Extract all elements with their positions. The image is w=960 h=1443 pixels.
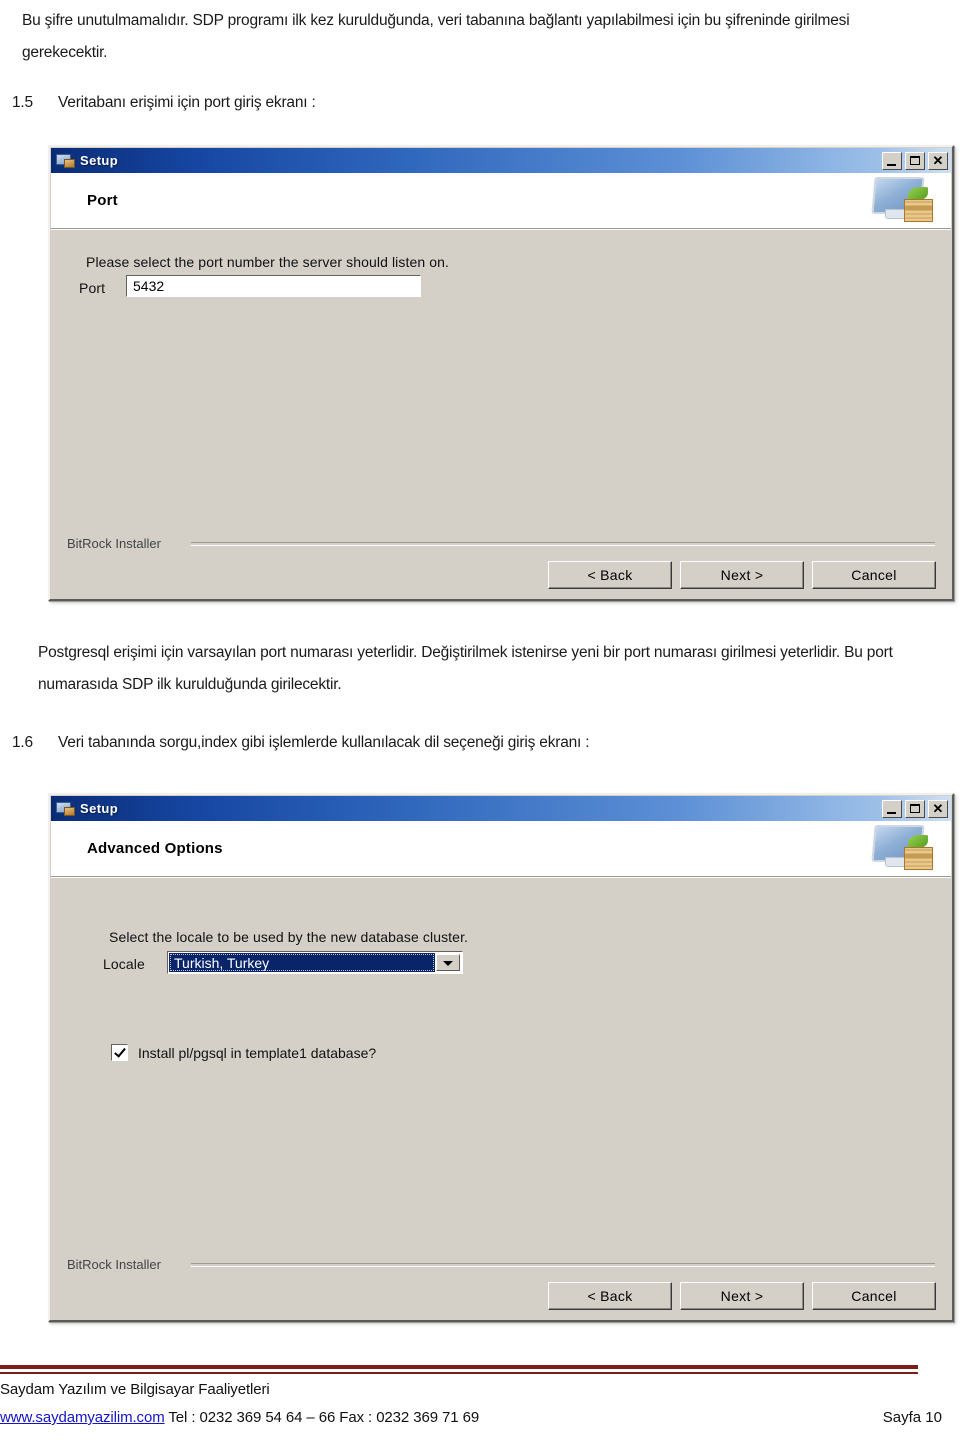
footer-phone-fax: Tel : 0232 369 54 64 – 66 Fax : 0232 369… — [164, 1409, 480, 1426]
bitrock-installer-icon — [871, 175, 941, 227]
close-icon: ✕ — [932, 152, 944, 168]
maximize-icon — [910, 803, 920, 813]
window-button-group: ✕ — [882, 151, 948, 170]
window-title: Setup — [80, 153, 119, 168]
next-button[interactable]: Next > — [680, 561, 804, 589]
footer-contact-line: www.saydamyazilim.com Tel : 0232 369 54 … — [0, 1409, 479, 1426]
back-button[interactable]: < Back — [548, 561, 672, 589]
setup-app-icon — [56, 801, 75, 816]
intro-paragraph: Bu şifre unutulmamalıdır. SDP programı i… — [22, 12, 850, 61]
page-title: Port — [87, 192, 118, 209]
maximize-button[interactable] — [905, 799, 925, 818]
dialog-body: Please select the port number the server… — [51, 229, 951, 598]
window-button-group: ✕ — [882, 799, 948, 818]
install-plpgsql-label: Install pl/pgsql in template1 database? — [138, 1044, 377, 1061]
dialog-header: Advanced Options — [51, 821, 951, 877]
back-button[interactable]: < Back — [548, 1282, 672, 1310]
locale-prompt: Select the locale to be used by the new … — [109, 929, 469, 945]
port-prompt: Please select the port number the server… — [86, 254, 449, 270]
dialog-header: Port — [51, 173, 951, 229]
footer-rule-bottom — [0, 1372, 918, 1374]
maximize-icon — [910, 155, 920, 165]
section-number: 1.5 — [12, 94, 33, 111]
locale-label: Locale — [103, 956, 145, 972]
middle-paragraph: Postgresql erişimi için varsayılan port … — [38, 644, 893, 693]
minimize-icon — [887, 811, 896, 814]
setup-dialog-advanced-options[interactable]: Setup ✕ Advanced Options Select the loca… — [48, 793, 954, 1322]
close-button[interactable]: ✕ — [928, 151, 948, 170]
section-title: Veri tabanında sorgu,index gibi işlemler… — [58, 734, 590, 751]
titlebar[interactable]: Setup ✕ — [51, 796, 951, 821]
section-heading-1-6: 1.6 Veri tabanında sorgu,index gibi işlem… — [12, 728, 590, 758]
footer-divider — [191, 1263, 935, 1267]
footer-website-link[interactable]: www.saydamyazilim.com — [0, 1409, 165, 1426]
window-title: Setup — [80, 801, 119, 816]
titlebar[interactable]: Setup ✕ — [51, 148, 951, 173]
port-label: Port — [79, 280, 106, 296]
cancel-button[interactable]: Cancel — [812, 561, 936, 589]
setup-dialog-port[interactable]: Setup ✕ Port Please select the port numb… — [48, 145, 954, 601]
section-number: 1.6 — [12, 734, 33, 751]
footer-page-number: Sayfa 10 — [882, 1409, 942, 1426]
footer-divider — [191, 542, 935, 546]
installer-brand-label: BitRock Installer — [67, 1257, 167, 1272]
port-input[interactable]: 5432 — [126, 275, 421, 297]
locale-selected-value: Turkish, Turkey — [169, 953, 435, 972]
close-icon: ✕ — [932, 800, 944, 816]
setup-app-icon — [56, 153, 75, 168]
minimize-button[interactable] — [882, 151, 902, 170]
page-title: Advanced Options — [87, 840, 223, 857]
dialog-body: Select the locale to be used by the new … — [51, 877, 951, 1319]
close-button[interactable]: ✕ — [928, 799, 948, 818]
footer-rule-top — [0, 1365, 918, 1369]
footer-company-name: Saydam Yazılım ve Bilgisayar Faaliyetler… — [0, 1381, 270, 1398]
next-button[interactable]: Next > — [680, 1282, 804, 1310]
check-icon[interactable] — [111, 1044, 128, 1061]
minimize-icon — [887, 163, 896, 166]
cancel-button[interactable]: Cancel — [812, 1282, 936, 1310]
maximize-button[interactable] — [905, 151, 925, 170]
section-heading-1-5: 1.5 Veritabanı erişimi için port giriş ek… — [12, 88, 316, 118]
locale-select[interactable]: Turkish, Turkey — [167, 951, 463, 974]
minimize-button[interactable] — [882, 799, 902, 818]
install-plpgsql-checkbox-row[interactable]: Install pl/pgsql in template1 database? — [111, 1044, 376, 1061]
section-title: Veritabanı erişimi için port giriş ekran… — [58, 94, 316, 111]
bitrock-installer-icon — [871, 823, 941, 875]
chevron-down-icon[interactable] — [436, 954, 460, 971]
installer-brand-label: BitRock Installer — [67, 536, 167, 551]
